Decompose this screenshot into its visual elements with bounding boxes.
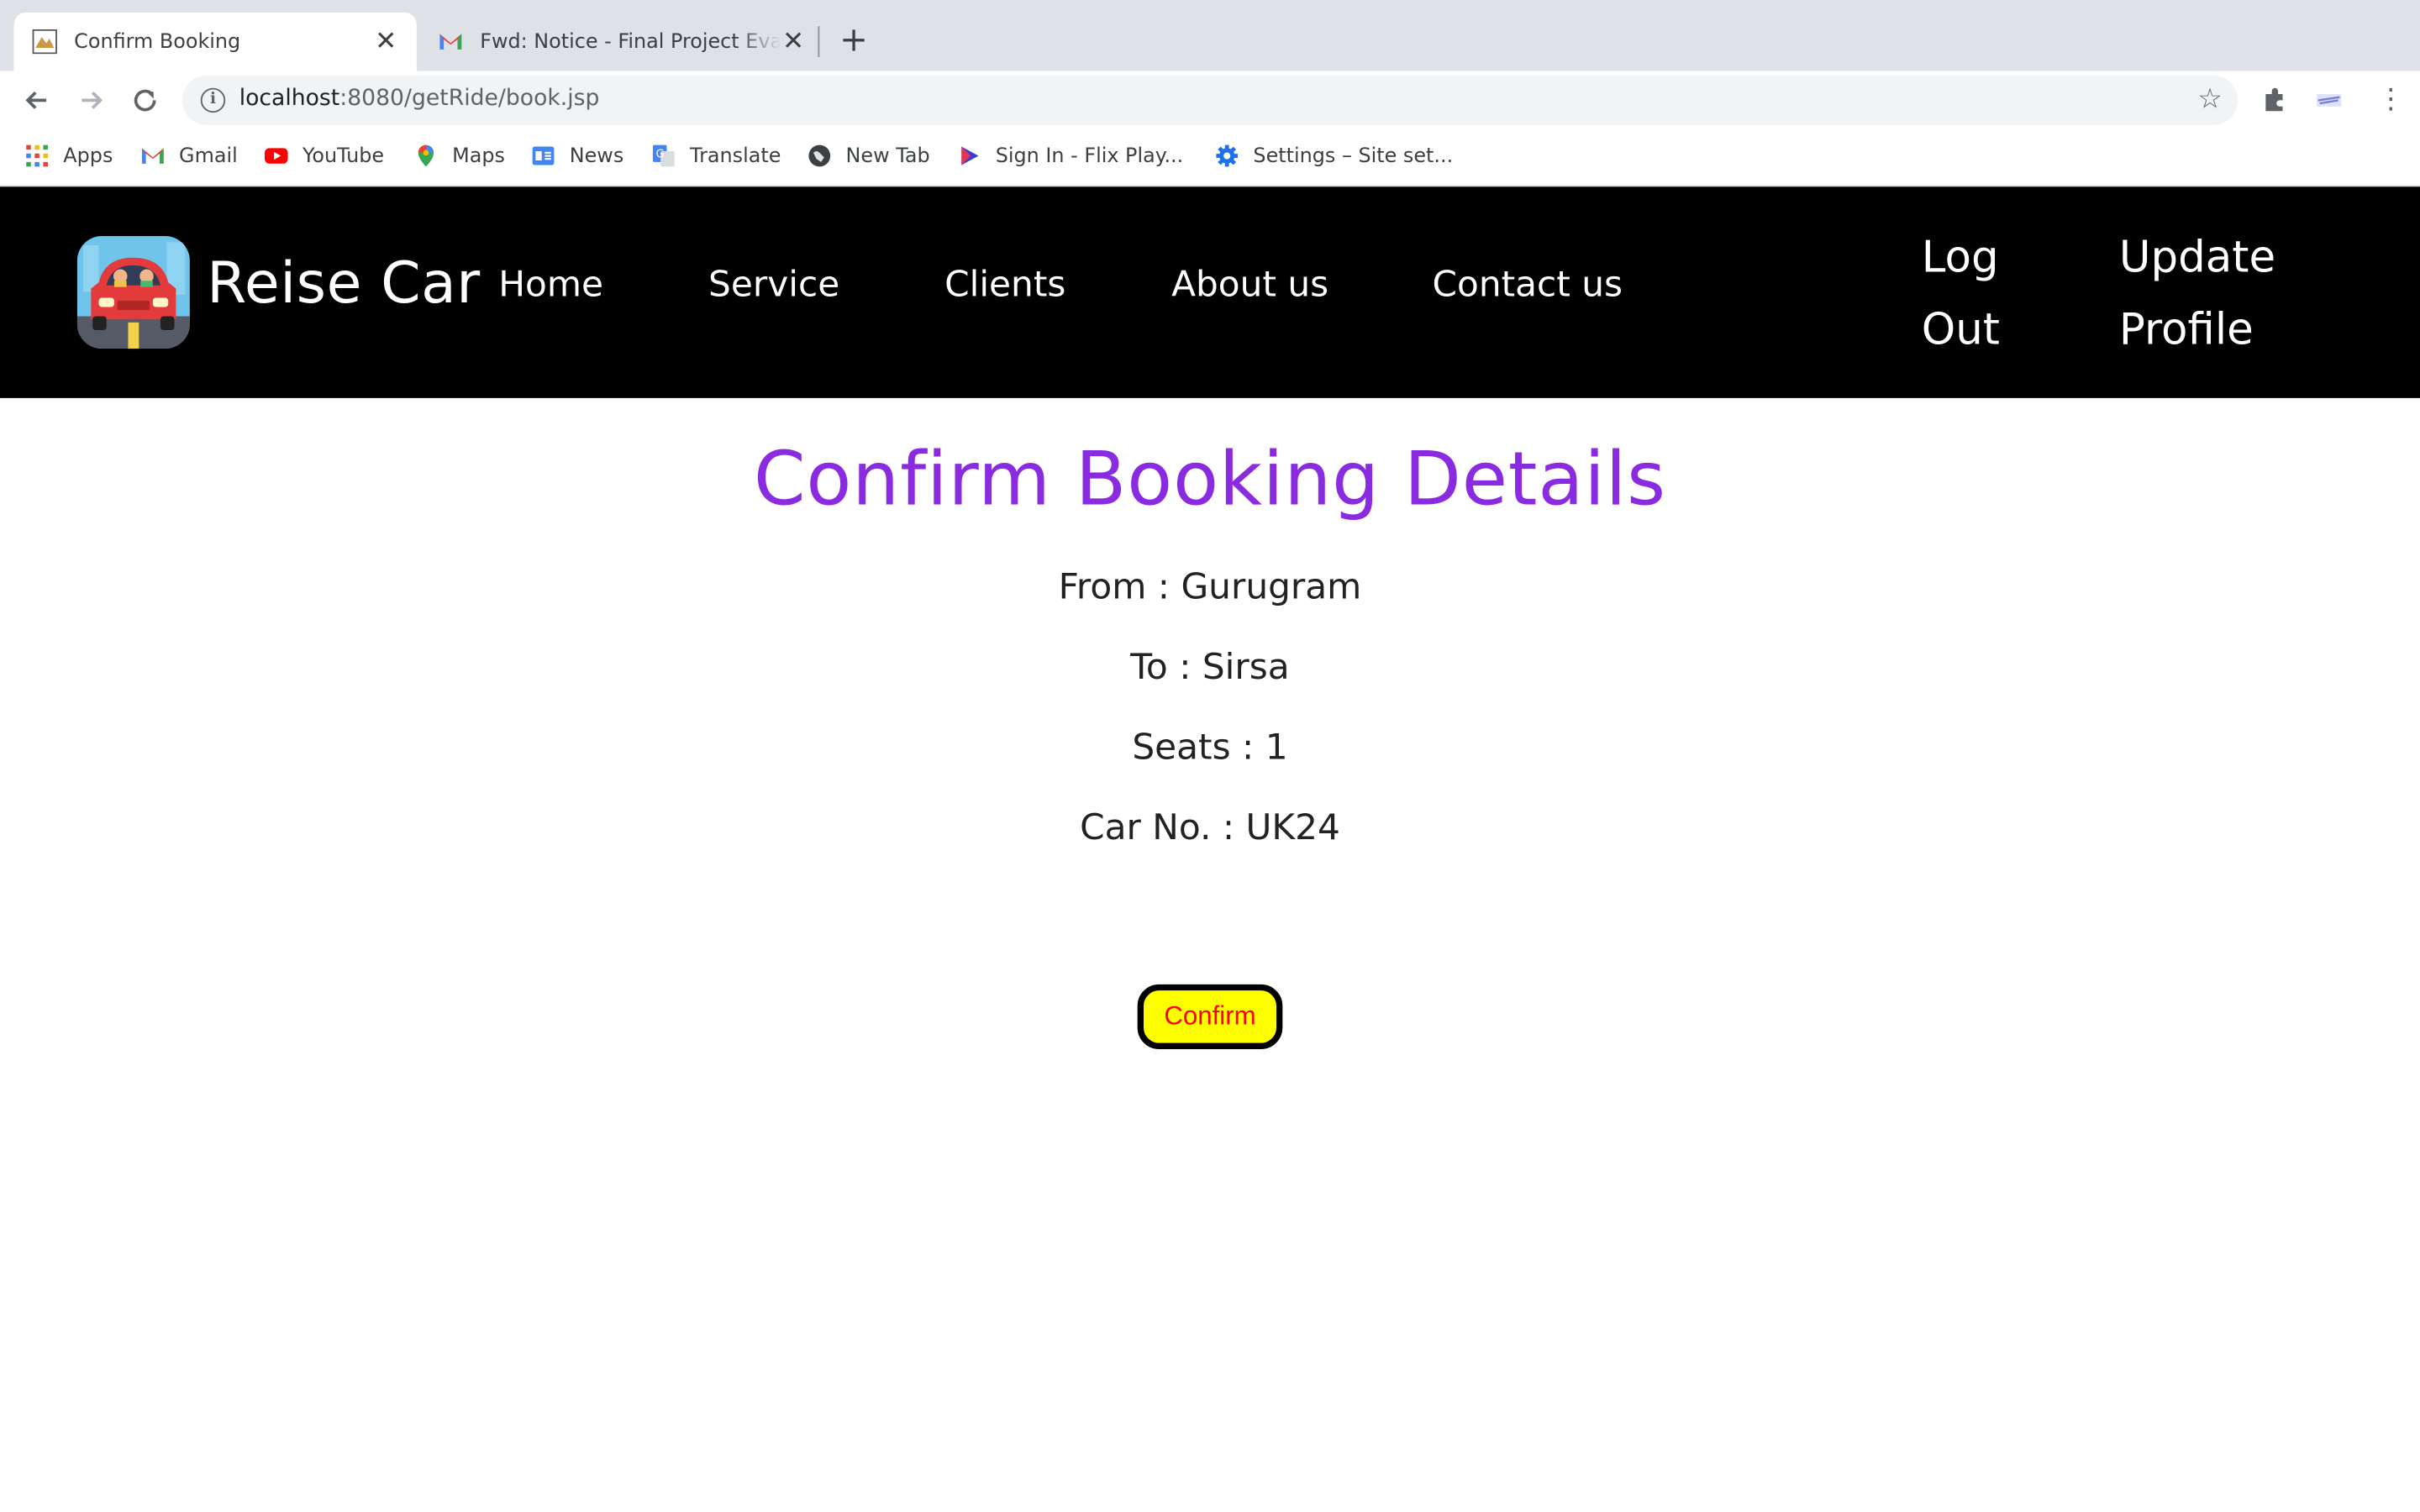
- bookmark-label: YouTube: [302, 144, 385, 168]
- bookmark-gmail[interactable]: Gmail: [140, 144, 238, 168]
- site-favicon-icon: [32, 29, 57, 55]
- back-arrow-icon[interactable]: [20, 83, 54, 117]
- svg-text:G: G: [656, 148, 665, 160]
- gmail-icon: [141, 148, 164, 164]
- tab-confirm-booking[interactable]: Confirm Booking ✕: [13, 12, 417, 71]
- bookmark-translate[interactable]: G Translate: [651, 144, 781, 168]
- url-path: :8080/getRide/book.jsp: [339, 86, 600, 112]
- new-tab-plus-icon[interactable]: +: [839, 24, 868, 58]
- nav-about-link[interactable]: About us: [1171, 265, 1328, 306]
- tab-title: Confirm Booking: [74, 29, 241, 54]
- tab-divider: [818, 26, 820, 57]
- bookmark-label: Maps: [452, 144, 506, 168]
- bookmark-label: Translate: [690, 144, 781, 168]
- tab-title: Fwd: Notice - Final Project Evaluation: [480, 29, 781, 54]
- gear-icon: [1216, 144, 1239, 167]
- bookmark-new-tab[interactable]: New Tab: [808, 144, 930, 168]
- nav-contact-link[interactable]: Contact us: [1432, 265, 1623, 306]
- bookmark-settings[interactable]: Settings – Site set...: [1215, 144, 1454, 168]
- update-profile-line-2: Profile: [2118, 303, 2254, 355]
- update-profile-line-1: Update: [2118, 231, 2276, 283]
- booking-car-number: Car No. : UK24: [1080, 808, 1340, 849]
- reload-icon[interactable]: [128, 83, 161, 117]
- logout-line-1: Log: [1921, 231, 1999, 283]
- news-icon: [532, 146, 555, 165]
- booking-from: From : Gurugram: [1058, 567, 1362, 608]
- bookmark-flix-play[interactable]: Sign In - Flix Play...: [957, 144, 1183, 168]
- bookmark-label: Gmail: [179, 144, 238, 168]
- tab-strip: Confirm Booking ✕ Fwd: Notice - Final Pr…: [0, 0, 2420, 71]
- close-tab-icon[interactable]: ✕: [373, 29, 397, 55]
- bookmark-label: Settings – Site set...: [1253, 144, 1454, 168]
- bookmark-news[interactable]: News: [531, 144, 623, 168]
- site-info-icon[interactable]: i: [200, 87, 226, 113]
- apps-grid-icon: [26, 144, 48, 167]
- nav-service-link[interactable]: Service: [708, 265, 839, 306]
- site-navbar: Reise Car Home Service Clients About us …: [0, 186, 2420, 398]
- browser-toolbar: i localhost:8080/getRide/book.jsp ☆ ⋮: [0, 71, 2420, 130]
- car-logo-icon[interactable]: [76, 236, 190, 349]
- url-text[interactable]: localhost:8080/getRide/book.jsp: [239, 87, 600, 111]
- page-title: Confirm Booking Details: [753, 436, 1667, 523]
- confirm-button[interactable]: Confirm: [1137, 984, 1283, 1049]
- globe-icon: [808, 144, 831, 167]
- bookmarks-bar: Apps Gmail YouTube Maps News G Translate: [0, 129, 2420, 187]
- nav-clients-link[interactable]: Clients: [944, 265, 1065, 306]
- url-host: localhost: [239, 86, 340, 112]
- update-profile-link[interactable]: Update Profile: [2119, 221, 2275, 366]
- bookmark-star-icon[interactable]: ☆: [2197, 83, 2223, 116]
- extensions-puzzle-icon[interactable]: [2261, 87, 2289, 122]
- gmail-icon: [439, 34, 462, 50]
- tab-gmail-notice[interactable]: Fwd: Notice - Final Project Evaluation ✕: [426, 13, 818, 71]
- booking-seats: Seats : 1: [1132, 727, 1288, 769]
- bookmark-maps[interactable]: Maps: [413, 144, 505, 168]
- bookmark-label: News: [569, 144, 624, 168]
- bookmark-apps[interactable]: Apps: [24, 144, 113, 168]
- booking-to: To : Sirsa: [1130, 648, 1290, 689]
- close-tab-icon[interactable]: ✕: [781, 29, 805, 55]
- logout-line-2: Out: [1921, 303, 2000, 355]
- profile-avatar-icon[interactable]: [2315, 87, 2343, 122]
- logout-link[interactable]: Log Out: [1922, 221, 2000, 366]
- bookmark-label: Sign In - Flix Play...: [995, 144, 1184, 168]
- flix-play-icon: [961, 146, 979, 165]
- forward-arrow-icon[interactable]: [74, 83, 108, 117]
- maps-pin-icon: [418, 144, 434, 167]
- nav-home-link[interactable]: Home: [498, 265, 603, 306]
- translate-icon: G: [652, 144, 675, 167]
- browser-menu-icon[interactable]: ⋮: [2377, 83, 2405, 116]
- bookmark-youtube[interactable]: YouTube: [264, 144, 384, 168]
- brand-name[interactable]: Reise Car: [207, 250, 481, 317]
- bookmark-label: New Tab: [845, 144, 930, 168]
- address-bar[interactable]: i localhost:8080/getRide/book.jsp ☆: [182, 76, 2238, 125]
- youtube-icon: [265, 148, 288, 164]
- bookmark-label: Apps: [63, 144, 113, 168]
